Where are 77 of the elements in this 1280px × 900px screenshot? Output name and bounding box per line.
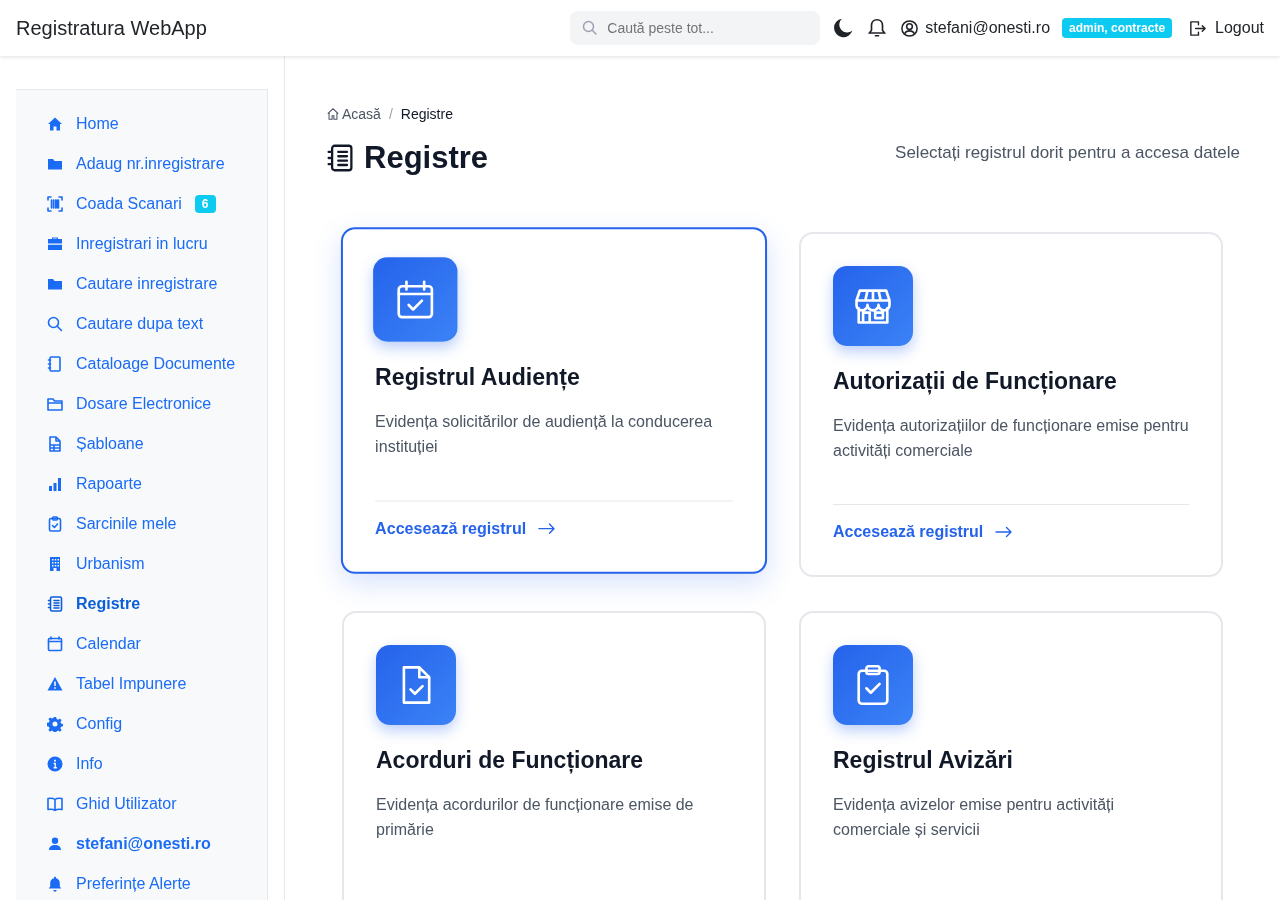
- register-card[interactable]: Autorizații de Funcționare Evidența autorizațiilor de funcționare emise pentru activități comerciale Accesează registrul: [799, 232, 1223, 577]
- search-field[interactable]: Caută peste tot...: [570, 11, 821, 45]
- sidebar-item[interactable]: Preferințe Alerte: [47, 864, 267, 900]
- open-register-link[interactable]: Accesează registrul: [833, 523, 1014, 541]
- card-description: Evidența solicitărilor de audiență la conducerea instituției: [375, 412, 714, 458]
- nav-icon: [47, 596, 63, 612]
- card-title: Registrul Avizări: [833, 747, 1014, 774]
- sidebar-item[interactable]: Coada Scanari 6: [47, 184, 267, 224]
- sidebar-item[interactable]: Calendar: [47, 624, 267, 664]
- nav-icon: [47, 676, 63, 692]
- user-email: stefani@onesti.ro: [925, 19, 1051, 37]
- home-icon: [326, 107, 340, 121]
- sidebar-item[interactable]: Tabel Impunere: [47, 664, 267, 704]
- sidebar-item[interactable]: Șabloane: [47, 424, 267, 464]
- sidebar-item[interactable]: Home: [47, 104, 267, 144]
- sidebar-item[interactable]: Inregistrari in lucru: [47, 224, 267, 264]
- nav-icon: [47, 196, 63, 212]
- sidebar-item[interactable]: stefani@onesti.ro: [47, 824, 267, 864]
- sidebar-item[interactable]: Sarcinile mele: [47, 504, 267, 544]
- arrow-icon: [538, 522, 557, 535]
- nav-icon: [47, 516, 63, 532]
- nav-icon: [47, 236, 63, 252]
- breadcrumb-link[interactable]: Acasă: [326, 106, 381, 122]
- nav-icon: [47, 796, 63, 812]
- roles-badge: admin, contracte: [1062, 18, 1173, 38]
- register-tile-icon: [833, 645, 913, 725]
- register-card[interactable]: Acorduri de Funcționare Evidența acordurilor de funcționare emise de primărie: [342, 611, 766, 900]
- open-register-link[interactable]: Accesează registrul: [375, 519, 557, 538]
- count-badge: 6: [194, 195, 216, 213]
- nav-icon: [47, 636, 63, 652]
- page-title: Registre: [364, 140, 489, 176]
- card-title: Autorizații de Funcționare: [833, 368, 1118, 395]
- card-description: Evidența autorizațiilor de funcționare emise pentru activități comerciale: [833, 416, 1189, 461]
- nav-icon: [47, 476, 63, 492]
- card-description: Evidența acordurilor de funcționare emise de primărie: [376, 795, 695, 840]
- breadcrumb-current: Registre: [400, 106, 453, 122]
- register-tile-icon: [833, 266, 913, 346]
- nav-icon: [47, 356, 63, 372]
- nav-icon: [47, 316, 63, 332]
- nav-icon: [47, 436, 63, 452]
- sidebar-item[interactable]: Dosare Electronice: [47, 384, 267, 424]
- nav-icon: [47, 156, 63, 172]
- register-tile-icon: [376, 645, 456, 725]
- page-subtitle: Selectați registrul dorit pentru a accesa datele: [895, 143, 1240, 164]
- register-card[interactable]: Registrul Avizări Evidența avizelor emise pentru activități comerciale și servicii: [799, 611, 1223, 900]
- nav-icon: [47, 756, 63, 772]
- register-card[interactable]: Registrul Audiențe Evidența solicitărilor de audiență la conducerea instituției Accesează registrul: [340, 227, 768, 574]
- card-title: Acorduri de Funcționare: [376, 747, 645, 774]
- moon-icon[interactable]: [832, 17, 855, 39]
- nav-icon: [47, 276, 63, 292]
- sidebar-item[interactable]: Rapoarte: [47, 464, 267, 504]
- logout-link[interactable]: Logout: [1188, 18, 1264, 38]
- nav-icon: [47, 836, 63, 852]
- app-title: Registratura WebApp: [16, 16, 207, 40]
- nav-icon: [47, 556, 63, 572]
- sidebar-item[interactable]: Cautare inregistrare: [47, 264, 267, 304]
- register-tile-icon: [373, 257, 458, 342]
- register-icon: [326, 142, 354, 174]
- card-description: Evidența avizelor emise pentru activități comerciale și servicii: [833, 795, 1116, 840]
- nav-icon: [47, 116, 63, 132]
- logout-icon: [1188, 18, 1208, 38]
- sidebar-item[interactable]: Cataloage Documente: [47, 344, 267, 384]
- sidebar-item[interactable]: Config: [47, 704, 267, 744]
- sidebar-item[interactable]: Registre: [47, 584, 267, 624]
- nav-icon: [47, 876, 63, 892]
- sidebar-item[interactable]: Cautare dupa text: [47, 304, 267, 344]
- arrow-icon: [995, 526, 1014, 538]
- nav-icon: [47, 716, 63, 732]
- user-icon: [900, 18, 920, 38]
- nav-icon: [47, 396, 63, 412]
- card-title: Registrul Audiențe: [375, 363, 581, 391]
- breadcrumb-separator: /: [388, 106, 393, 122]
- sidebar-item[interactable]: Ghid Utilizator: [47, 784, 267, 824]
- sidebar-item[interactable]: Adaug nr.inregistrare: [47, 144, 267, 184]
- bell-icon[interactable]: [866, 17, 889, 39]
- sidebar-item[interactable]: Info: [47, 744, 267, 784]
- sidebar-item[interactable]: Urbanism: [47, 544, 267, 584]
